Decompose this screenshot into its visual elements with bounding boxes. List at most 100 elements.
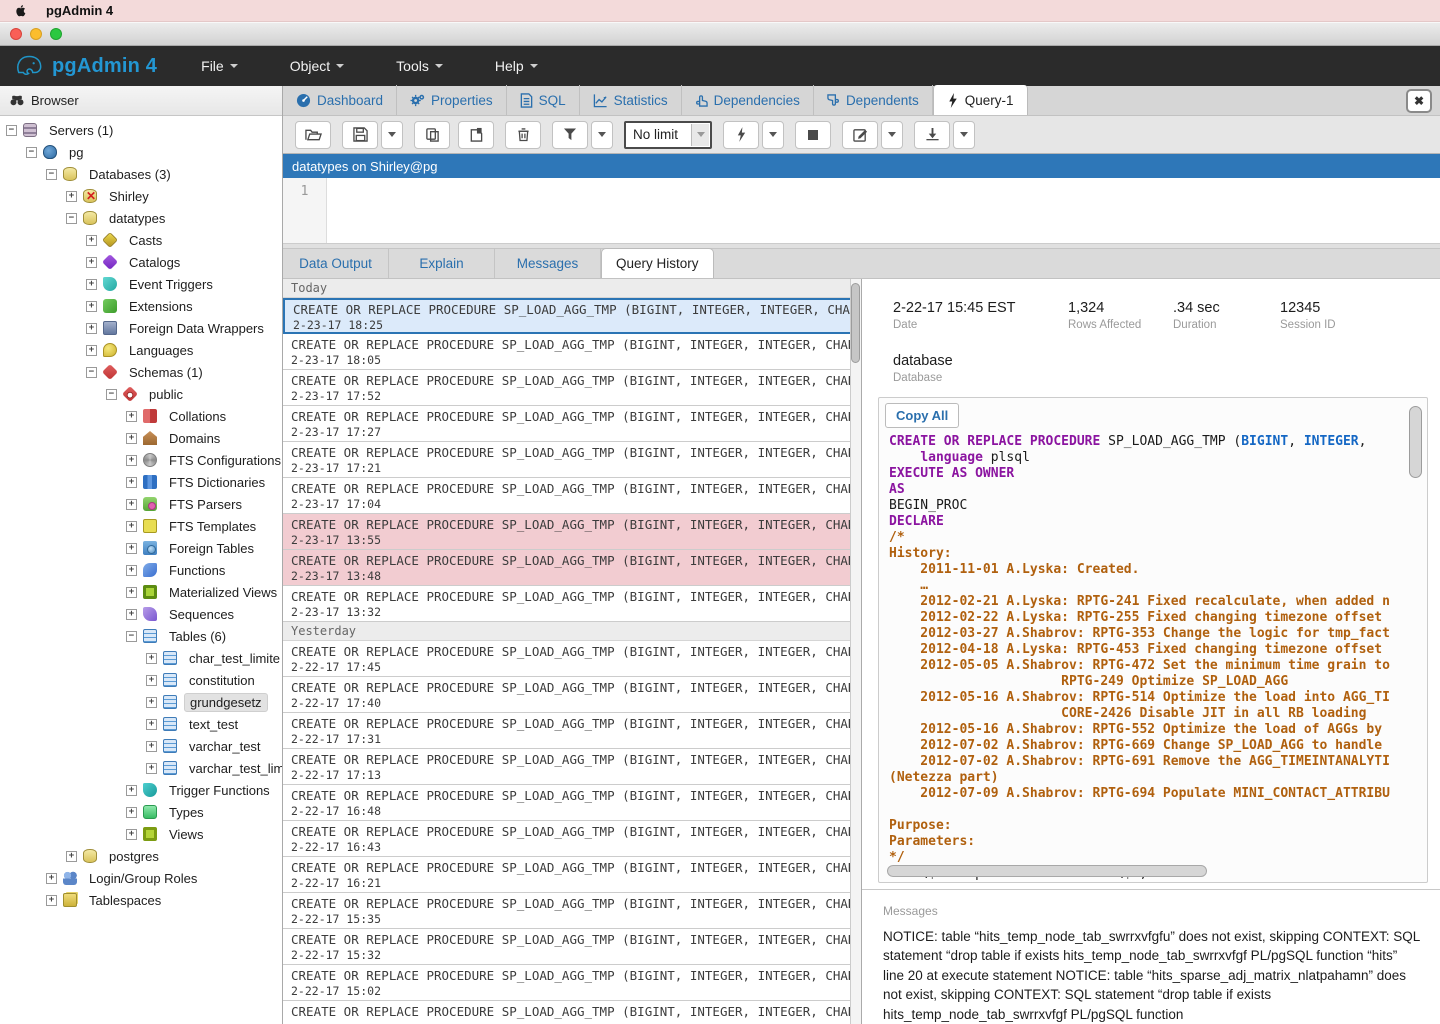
tree-item-postgres[interactable]: +postgres — [0, 845, 282, 867]
tree-item-catalogs[interactable]: +Catalogs — [0, 251, 282, 273]
window-minimize-button[interactable] — [30, 28, 42, 40]
history-entry[interactable]: CREATE OR REPLACE PROCEDURE SP_LOAD_AGG_… — [283, 821, 861, 857]
tab-dashboard[interactable]: Dashboard — [283, 85, 397, 115]
expand-icon[interactable]: + — [46, 873, 57, 884]
expand-icon[interactable]: + — [126, 565, 137, 576]
query-editor-area[interactable] — [327, 178, 1440, 243]
expand-icon[interactable]: + — [146, 653, 157, 664]
expand-icon[interactable]: + — [46, 895, 57, 906]
history-entry[interactable]: CREATE OR REPLACE PROCEDURE SP_LOAD_AGG_… — [283, 334, 861, 370]
expand-icon[interactable]: + — [126, 477, 137, 488]
download-options-caret-button[interactable] — [953, 121, 975, 149]
tree-item-casts[interactable]: +Casts — [0, 229, 282, 251]
tree-item-functions[interactable]: +Functions — [0, 559, 282, 581]
tree-item-fts-dictionaries[interactable]: +FTS Dictionaries — [0, 471, 282, 493]
expand-icon[interactable]: + — [86, 257, 97, 268]
collapse-icon[interactable]: − — [26, 147, 37, 158]
history-entry[interactable]: CREATE OR REPLACE PROCEDURE SP_LOAD_AGG_… — [283, 370, 861, 406]
expand-icon[interactable]: + — [126, 411, 137, 422]
collapse-icon[interactable]: − — [46, 169, 57, 180]
tree-item-char-test-limite[interactable]: +char_test_limite — [0, 647, 282, 669]
expand-icon[interactable]: + — [146, 675, 157, 686]
expand-icon[interactable]: + — [146, 741, 157, 752]
tree-item-public[interactable]: −public — [0, 383, 282, 405]
history-entry[interactable]: CREATE OR REPLACE PROCEDURE SP_LOAD_AGG_… — [283, 641, 861, 677]
history-entry[interactable]: CREATE OR REPLACE PROCEDURE SP_LOAD_AGG_… — [283, 550, 861, 586]
row-limit-dropdown[interactable] — [691, 124, 709, 146]
tree-item-fts-templates[interactable]: +FTS Templates — [0, 515, 282, 537]
edit-button[interactable] — [842, 121, 878, 149]
tree-item-collations[interactable]: +Collations — [0, 405, 282, 427]
tab-dependents[interactable]: Dependents — [814, 85, 933, 115]
tree-item-shirley[interactable]: +Shirley — [0, 185, 282, 207]
tree-item-views[interactable]: +Views — [0, 823, 282, 845]
expand-icon[interactable]: + — [126, 785, 137, 796]
tree-item-sequences[interactable]: +Sequences — [0, 603, 282, 625]
history-entry[interactable]: CREATE OR REPLACE PROCEDURE SP_LOAD_AGG_… — [283, 893, 861, 929]
history-scrollbar-thumb[interactable] — [851, 283, 860, 363]
collapse-icon[interactable]: − — [6, 125, 17, 136]
execute-options-caret-button[interactable] — [762, 121, 784, 149]
paste-button[interactable] — [458, 121, 494, 149]
history-entry[interactable]: CREATE OR REPLACE PROCEDURE SP_LOAD_AGG_… — [283, 514, 861, 550]
expand-icon[interactable]: + — [126, 499, 137, 510]
collapse-icon[interactable]: − — [126, 631, 137, 642]
tab-data-output[interactable]: Data Output — [283, 248, 389, 278]
save-button[interactable] — [342, 121, 378, 149]
collapse-icon[interactable]: − — [86, 367, 97, 378]
tab-dependencies[interactable]: Dependencies — [682, 85, 814, 115]
history-entry[interactable]: CREATE OR REPLACE PROCEDURE SP_LOAD_AGG_… — [283, 406, 861, 442]
row-limit-select[interactable]: No limit — [624, 121, 712, 149]
save-options-caret-button[interactable] — [381, 121, 403, 149]
copy-button[interactable] — [414, 121, 450, 149]
tree-item-fts-configurations[interactable]: +FTS Configurations — [0, 449, 282, 471]
tree-item-foreign-tables[interactable]: +Foreign Tables — [0, 537, 282, 559]
history-entry[interactable]: CREATE OR REPLACE PROCEDURE SP_LOAD_AGG_… — [283, 929, 861, 965]
menu-object[interactable]: Object — [290, 58, 344, 74]
tree-item-text-test[interactable]: +text_test — [0, 713, 282, 735]
expand-icon[interactable]: + — [146, 697, 157, 708]
tree-item-datatypes[interactable]: −datatypes — [0, 207, 282, 229]
history-entry[interactable]: CREATE OR REPLACE PROCEDURE SP_LOAD_AGG_… — [283, 965, 861, 1001]
menu-file[interactable]: File — [201, 58, 238, 74]
tab-messages[interactable]: Messages — [495, 248, 601, 278]
stop-button[interactable] — [795, 121, 831, 149]
expand-icon[interactable]: + — [146, 719, 157, 730]
expand-icon[interactable]: + — [66, 851, 77, 862]
execute-query-button[interactable] — [723, 121, 759, 149]
tree-item-varchar-test[interactable]: +varchar_test — [0, 735, 282, 757]
tree-item-languages[interactable]: +Languages — [0, 339, 282, 361]
tree-item-login-group-roles[interactable]: +Login/Group Roles — [0, 867, 282, 889]
expand-icon[interactable]: + — [66, 191, 77, 202]
tree-item-extensions[interactable]: +Extensions — [0, 295, 282, 317]
expand-icon[interactable]: + — [86, 301, 97, 312]
tree-item-tables-6-[interactable]: −Tables (6) — [0, 625, 282, 647]
history-entry[interactable]: CREATE OR REPLACE PROCEDURE SP_LOAD_AGG_… — [283, 478, 861, 514]
tree-item-materialized-views[interactable]: +Materialized Views — [0, 581, 282, 603]
expand-icon[interactable]: + — [126, 521, 137, 532]
expand-icon[interactable]: + — [86, 279, 97, 290]
tree-item-tablespaces[interactable]: +Tablespaces — [0, 889, 282, 911]
expand-icon[interactable]: + — [126, 455, 137, 466]
tree-item-event-triggers[interactable]: +Event Triggers — [0, 273, 282, 295]
tree-item-domains[interactable]: +Domains — [0, 427, 282, 449]
tree-item-databases-3-[interactable]: −Databases (3) — [0, 163, 282, 185]
sql-vertical-scrollbar-thumb[interactable] — [1409, 406, 1422, 478]
tree-item-constitution[interactable]: +constitution — [0, 669, 282, 691]
expand-icon[interactable]: + — [126, 829, 137, 840]
delete-button[interactable] — [505, 121, 541, 149]
tree-item-grundgesetz[interactable]: +grundgesetz — [0, 691, 282, 713]
menu-tools[interactable]: Tools — [396, 58, 443, 74]
history-entry[interactable]: CREATE OR REPLACE PROCEDURE SP_LOAD_AGG_… — [283, 677, 861, 713]
menu-help[interactable]: Help — [495, 58, 538, 74]
filter-button[interactable] — [552, 121, 588, 149]
expand-icon[interactable]: + — [86, 235, 97, 246]
history-entry[interactable]: CREATE OR REPLACE PROCEDURE SP_LOAD_AGG_… — [283, 785, 861, 821]
expand-icon[interactable]: + — [146, 763, 157, 774]
tree-item-varchar-test-lim[interactable]: +varchar_test_lim — [0, 757, 282, 779]
open-file-button[interactable] — [295, 121, 331, 149]
expand-icon[interactable]: + — [86, 345, 97, 356]
tree-item-servers-1-[interactable]: −Servers (1) — [0, 119, 282, 141]
tab-explain[interactable]: Explain — [389, 248, 495, 278]
collapse-icon[interactable]: − — [106, 389, 117, 400]
